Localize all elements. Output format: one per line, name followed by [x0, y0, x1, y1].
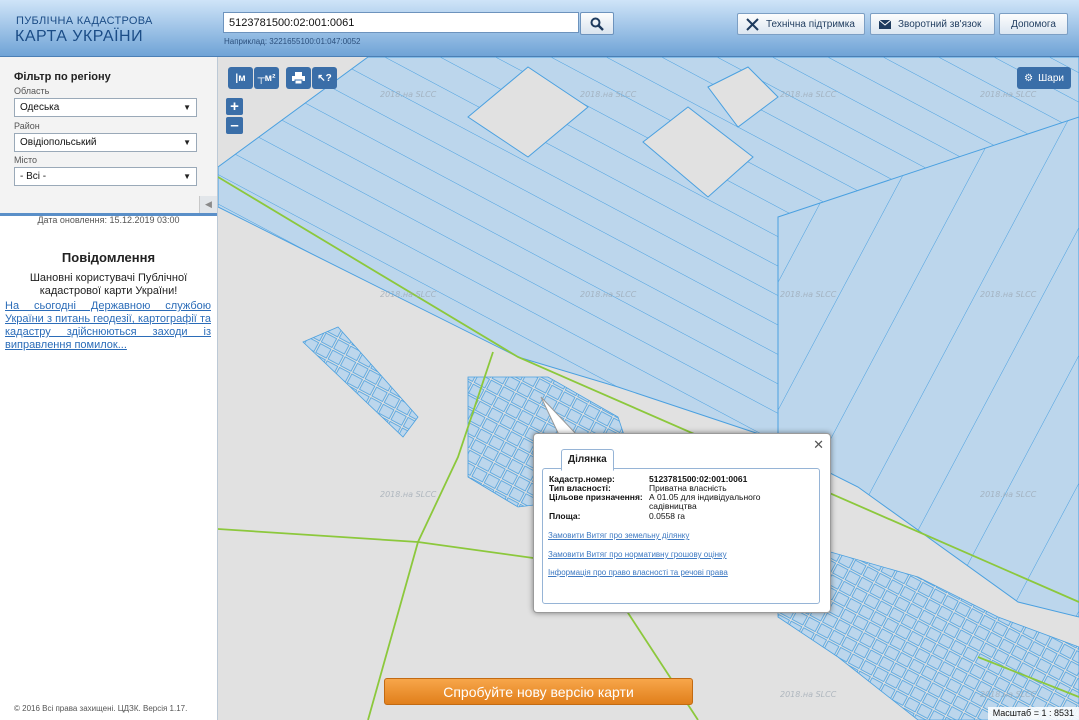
search-hint: Наприклад: 3221655100:01:047:0052	[224, 37, 361, 46]
watermark-text: 2018.на SLCC	[380, 490, 437, 499]
zoom-in-button[interactable]: +	[226, 98, 243, 115]
support-button[interactable]: Технічна підтримка	[737, 13, 865, 35]
watermark-text: 2018.на SLCC	[580, 290, 637, 299]
district-value: Овідіопольський	[20, 137, 97, 148]
watermark-text: 2018.на SLCC	[980, 490, 1037, 499]
parcel-info-popup: ✕ Ділянка Кадастр.номер: 5123781500:02:00…	[533, 433, 831, 613]
district-label: Район	[14, 121, 40, 131]
new-version-banner[interactable]: Спробуйте нову версію карти	[384, 678, 693, 705]
district-select[interactable]: Овідіопольський ▼	[14, 133, 197, 152]
zoom-out-button[interactable]: –	[226, 117, 243, 134]
chevron-left-icon: ◀	[205, 199, 212, 209]
info-key: Цільове призначення:	[549, 492, 643, 502]
watermark-text: 2018.на SLCC	[980, 690, 1037, 699]
ownership-info-link[interactable]: Інформація про право власності та речові…	[548, 568, 728, 577]
layers-button[interactable]: ⚙ Шари	[1017, 67, 1071, 89]
watermark-text: 2018.на SLCC	[580, 90, 637, 99]
scale-readout: Масштаб = 1 : 8531	[987, 707, 1079, 720]
gear-icon: ⚙	[1024, 72, 1034, 84]
info-key: Площа:	[549, 511, 581, 521]
cadastral-search-input[interactable]	[223, 12, 579, 33]
dropdown-arrow-icon: ▼	[183, 103, 191, 112]
watermark-text: 2018.на SLCC	[980, 290, 1037, 299]
minus-icon: –	[230, 117, 239, 134]
order-extract-link[interactable]: Замовити Витяг про земельну ділянку	[548, 531, 689, 540]
printer-icon	[292, 72, 305, 84]
filter-title: Фільтр по регіону	[14, 71, 111, 83]
logo-line2: КАРТА УКРАЇНИ	[15, 28, 144, 45]
update-date: Дата оновлення: 15.12.2019 03:00	[37, 215, 180, 225]
watermark-text: 2018.на SLCC	[980, 90, 1037, 99]
info-value: 0.0558 га	[649, 511, 686, 521]
search-icon	[590, 17, 604, 31]
city-label: Місто	[14, 155, 38, 165]
map-view[interactable]: 2018.на SLCC 2018.на SLCC 2018.на SLCC 2…	[218, 57, 1079, 720]
region-label: Область	[14, 86, 50, 96]
feedback-button[interactable]: Зворотний зв'язок	[870, 13, 995, 35]
area-ruler-icon: ┬м²	[257, 72, 276, 84]
help-button[interactable]: Допомога	[999, 13, 1068, 35]
tab-parcel[interactable]: Ділянка	[561, 449, 614, 471]
measure-distance-button[interactable]: |м	[228, 67, 253, 89]
collapse-sidebar-button[interactable]: ◀	[199, 196, 217, 213]
watermark-text: 2018.на SLCC	[780, 290, 837, 299]
feedback-label: Зворотний зв'язок	[898, 18, 982, 30]
popup-pointer	[540, 396, 579, 436]
support-label: Технічна підтримка	[766, 18, 855, 30]
sidebar: Фільтр по регіону Область Одеська ▼ Район…	[0, 57, 218, 720]
city-select[interactable]: - Всі - ▼	[14, 167, 197, 186]
copyright: © 2016 Всі права захищені. ЦДЗК. Версія …	[14, 704, 188, 713]
order-valuation-link[interactable]: Замовити Витяг про нормативну грошову оц…	[548, 550, 727, 559]
map-canvas[interactable]: 2018.на SLCC 2018.на SLCC 2018.на SLCC 2…	[218, 57, 1079, 720]
watermark-text: 2018.на SLCC	[380, 290, 437, 299]
search-button[interactable]	[580, 12, 614, 35]
watermark-text: 2018.на SLCC	[380, 90, 437, 99]
print-button[interactable]	[286, 67, 311, 89]
measure-area-button[interactable]: ┬м²	[254, 67, 279, 89]
ruler-icon: |м	[235, 72, 246, 84]
help-label: Допомога	[1011, 18, 1056, 30]
notice-title: Повідомлення	[61, 250, 156, 265]
notice-link[interactable]: На сьогодні Державною службою України з …	[5, 300, 211, 352]
info-value: А 01.05 для індивідуального садівництва	[649, 492, 761, 511]
watermark-text: 2018.на SLCC	[780, 90, 837, 99]
logo-line1: ПУБЛІЧНА КАДАСТРОВА	[16, 15, 153, 27]
tools-icon	[746, 17, 759, 31]
city-value: - Всі -	[20, 171, 47, 182]
plus-icon: +	[230, 98, 239, 115]
region-select[interactable]: Одеська ▼	[14, 98, 197, 117]
dropdown-arrow-icon: ▼	[183, 138, 191, 147]
cursor-question-icon: ↖?	[317, 72, 332, 84]
notice-text: Шановні користувачі Публічної кадастрово…	[29, 272, 188, 297]
layers-label: Шари	[1038, 72, 1064, 84]
region-value: Одеська	[20, 102, 60, 113]
watermark-text: 2018.на SLCC	[780, 690, 837, 699]
dropdown-arrow-icon: ▼	[183, 172, 191, 181]
region-filter-panel: Фільтр по регіону Область Одеська ▼ Район…	[0, 57, 217, 216]
header: ПУБЛІЧНА КАДАСТРОВА КАРТА УКРАЇНИ Наприк…	[0, 0, 1079, 57]
parcel-info-panel: Кадастр.номер: 5123781500:02:001:0061 Тип…	[542, 468, 820, 604]
close-icon[interactable]: ✕	[813, 437, 824, 453]
envelope-icon	[879, 19, 891, 29]
identify-button[interactable]: ↖?	[312, 67, 337, 89]
